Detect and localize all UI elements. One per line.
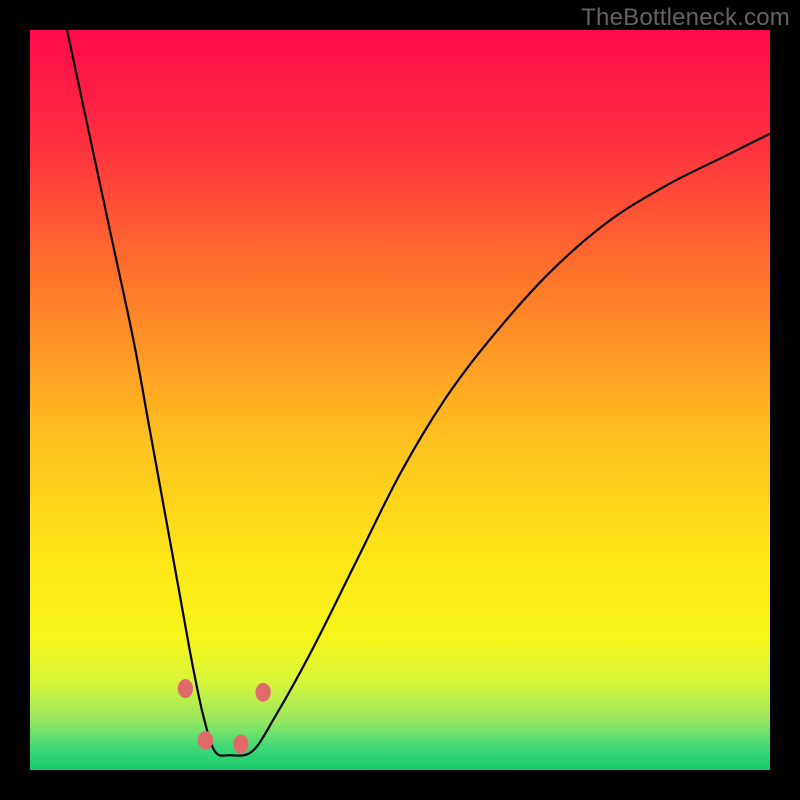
marker-dot [198, 731, 213, 750]
bottleneck-chart [30, 30, 770, 770]
chart-frame: TheBottleneck.com [0, 0, 800, 800]
watermark-text: TheBottleneck.com [581, 4, 790, 32]
marker-dot [255, 683, 270, 702]
gradient-background [30, 30, 770, 770]
marker-dot [233, 735, 248, 754]
marker-dot [178, 679, 193, 698]
